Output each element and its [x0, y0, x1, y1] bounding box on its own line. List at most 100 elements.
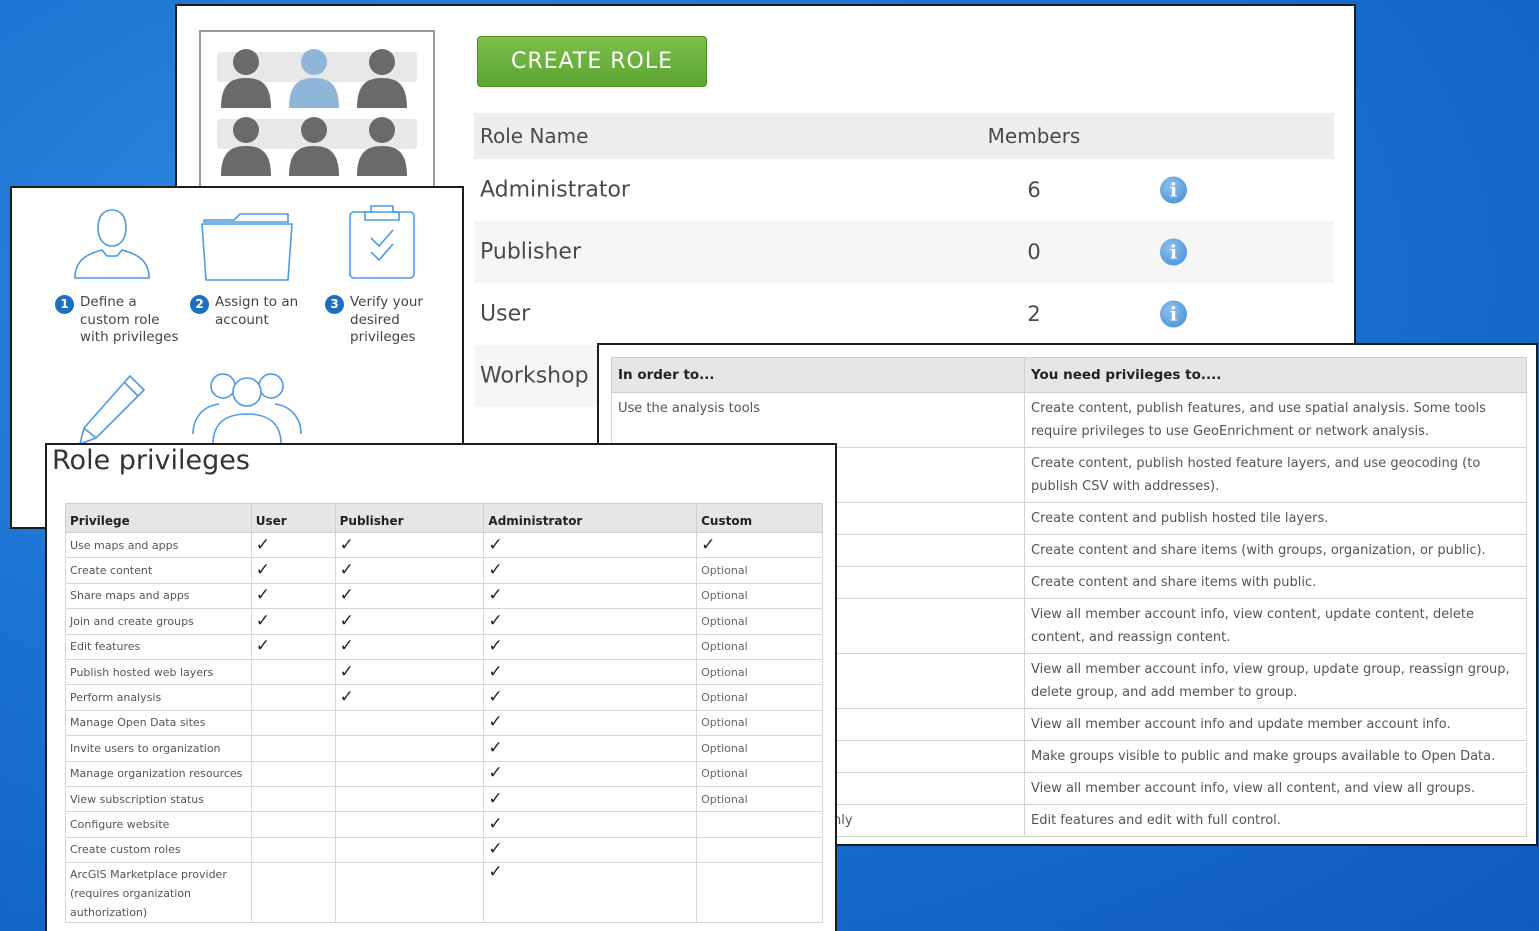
user-check: ✓: [250, 608, 336, 635]
roles-table-header: Role Name Members: [474, 113, 1334, 159]
role-row-user[interactable]: User 2 i: [474, 283, 1334, 345]
table-header-row: In order to... You need privileges to...…: [611, 357, 1527, 393]
admin-check: ✓: [483, 582, 698, 610]
table-row: Invite users to organization ✓ Optional: [65, 735, 823, 762]
user-check: ✓: [250, 633, 336, 660]
admin-check: ✓: [483, 531, 698, 559]
role-row-publisher[interactable]: Publisher 0 i: [474, 221, 1334, 283]
privilege-name: Create custom roles: [65, 836, 252, 864]
admin-check: ✓: [483, 633, 698, 660]
user-check: [250, 811, 336, 838]
admin-check: ✓: [483, 811, 698, 838]
publisher-check: ✓: [334, 582, 485, 610]
pencil-icon: [78, 374, 146, 446]
table-row: Share maps and apps ✓ ✓ ✓ Optional: [65, 582, 823, 610]
privilege-name: Create content: [65, 557, 252, 584]
person-icon: [221, 117, 271, 176]
role-privileges-table: Privilege User Publisher Administrator C…: [65, 503, 823, 924]
custom-value: Optional: [696, 582, 823, 610]
privileges-cell: Create content, publish hosted feature l…: [1024, 447, 1527, 503]
admin-check: ✓: [483, 862, 698, 924]
custom-value: Optional: [696, 658, 823, 686]
privileges-cell: Edit features and edit with full control…: [1024, 804, 1527, 837]
publisher-check: ✓: [334, 684, 485, 711]
publisher-check: ✓: [334, 608, 485, 635]
person-icon: [289, 117, 339, 176]
role-privileges-title: Role privileges: [52, 445, 250, 476]
admin-check: ✓: [483, 709, 698, 737]
privilege-name: Publish hosted web layers: [65, 658, 252, 686]
role-name-column-header: Role Name: [480, 124, 589, 148]
user-check: [250, 836, 336, 864]
privileges-cell: View all member account info, view group…: [1024, 653, 1527, 709]
table-row: Manage organization resources ✓ Optional: [65, 760, 823, 787]
user-check: [250, 862, 336, 924]
privilege-name: Invite users to organization: [65, 735, 252, 762]
user-check: [250, 709, 336, 737]
privileges-cell: View all member account info and update …: [1024, 708, 1527, 741]
user-check: [250, 658, 336, 686]
step-text: Assign to an account: [215, 294, 299, 328]
person-icon: [357, 49, 407, 108]
info-icon[interactable]: i: [1160, 300, 1187, 328]
custom-value: [696, 811, 823, 838]
table-row: Manage Open Data sites ✓ Optional: [65, 709, 823, 737]
step-number-badge: 3: [325, 295, 344, 314]
clipboard-check-icon: [349, 205, 415, 279]
privilege-name: Manage Open Data sites: [65, 709, 252, 737]
administrator-column-header: Administrator: [483, 503, 698, 533]
publisher-check: [334, 785, 485, 813]
folder-outline-icon: [201, 213, 293, 281]
privileges-cell: View all member account info, view conte…: [1024, 598, 1527, 654]
privileges-cell: Make groups visible to public and make g…: [1024, 740, 1527, 773]
custom-value: ✓: [696, 531, 823, 559]
step-text: Verify your desired privileges: [350, 294, 423, 345]
table-row: ArcGIS Marketplace provider (requires or…: [65, 862, 823, 924]
step-number-badge: 2: [190, 295, 209, 314]
table-row: Edit features ✓ ✓ ✓ Optional: [65, 633, 823, 660]
user-check: [250, 735, 336, 762]
custom-value: [696, 836, 823, 864]
in-order-to-header: In order to...: [611, 357, 1025, 393]
table-row: Create custom roles ✓: [65, 836, 823, 864]
members-count: 2: [1027, 302, 1041, 326]
role-row-administrator[interactable]: Administrator 6 i: [474, 159, 1334, 221]
custom-value: Optional: [696, 608, 823, 635]
admin-check: ✓: [483, 658, 698, 686]
roles-illustration: [199, 30, 435, 200]
person-icon: [221, 49, 271, 108]
members-header-label: Members: [987, 124, 1081, 148]
custom-value: Optional: [696, 735, 823, 762]
user-check: [250, 684, 336, 711]
privileges-cell: Create content and share items (with gro…: [1024, 534, 1527, 567]
admin-check: ✓: [483, 557, 698, 584]
role-privileges-panel: Role privileges Privilege User Publisher…: [45, 443, 837, 931]
members-count: 6: [1027, 178, 1041, 202]
privileges-cell: Create content, publish features, and us…: [1024, 392, 1527, 448]
publisher-check: ✓: [334, 633, 485, 660]
privileges-cell: View all member account info, view all c…: [1024, 772, 1527, 805]
role-name: Publisher: [480, 239, 581, 265]
admin-check: ✓: [483, 735, 698, 762]
privilege-column-header: Privilege: [65, 503, 252, 533]
step-2: 2 Assign to an account: [190, 294, 310, 329]
admin-check: ✓: [483, 760, 698, 787]
info-icon[interactable]: i: [1160, 176, 1187, 204]
table-row: Use the analysis tools Create content, pu…: [611, 392, 1527, 448]
table-row: Perform analysis ✓ ✓ Optional: [65, 684, 823, 711]
publisher-check: ✓: [334, 658, 485, 686]
create-role-button[interactable]: CREATE ROLE: [477, 36, 707, 87]
members-count: 0: [1027, 240, 1041, 264]
step-3: 3 Verify your desired privileges: [325, 294, 435, 347]
custom-value: Optional: [696, 557, 823, 584]
person-highlight-icon: [289, 49, 339, 108]
custom-value: Optional: [696, 760, 823, 787]
privilege-name: Edit features: [65, 633, 252, 660]
publisher-check: [334, 709, 485, 737]
step-1: 1 Define a custom role with privileges: [55, 294, 185, 347]
custom-value: Optional: [696, 633, 823, 660]
table-row: Configure website ✓: [65, 811, 823, 838]
info-icon[interactable]: i: [1160, 238, 1187, 266]
table-row: Create content ✓ ✓ ✓ Optional: [65, 557, 823, 584]
privileges-cell: Create content and publish hosted tile l…: [1024, 502, 1527, 535]
